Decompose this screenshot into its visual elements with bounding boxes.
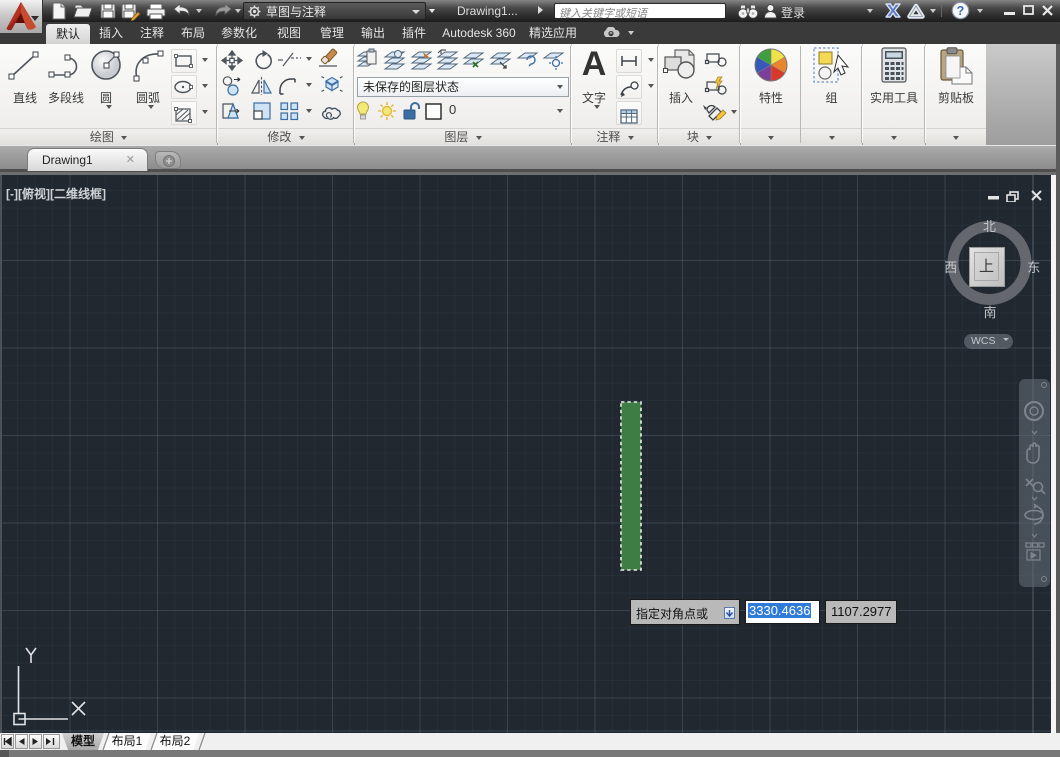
svg-text:西: 西 <box>944 260 957 275</box>
svg-text:?: ? <box>957 4 965 18</box>
svg-text:北: 北 <box>983 219 996 234</box>
svg-text:南: 南 <box>983 305 996 320</box>
svg-text:东: 东 <box>1027 260 1040 275</box>
